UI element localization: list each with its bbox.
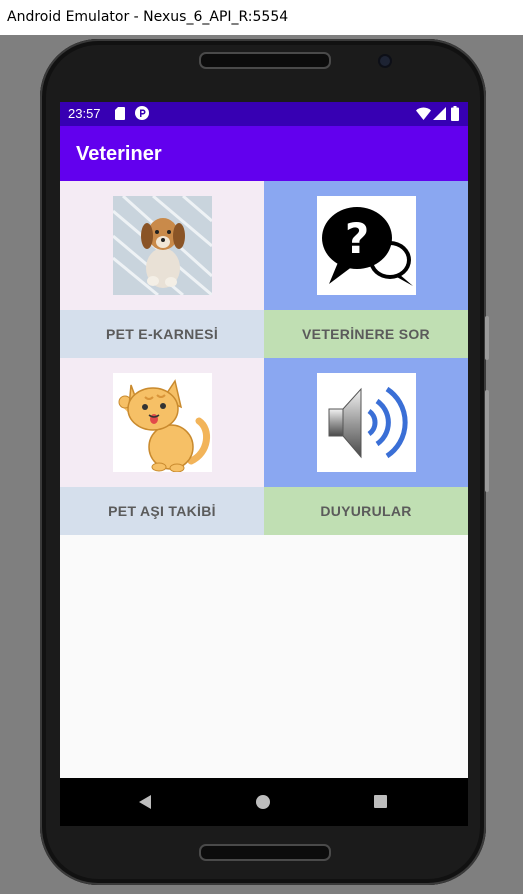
veterinere-sor-button[interactable]: VETERİNERE SOR [264, 310, 468, 358]
back-icon[interactable] [138, 795, 152, 809]
status-bar: 23:57 [60, 102, 468, 126]
question-speech-bubbles-image: ? [316, 196, 416, 295]
power-button[interactable] [485, 390, 489, 492]
puppy-image [112, 196, 212, 295]
svg-text:?: ? [344, 214, 368, 263]
volume-up-button[interactable] [485, 316, 489, 360]
signal-icon [433, 107, 446, 120]
bottom-speaker-grille [199, 844, 331, 861]
front-camera [380, 56, 390, 66]
status-time: 23:57 [68, 106, 101, 121]
p-notification-icon [135, 106, 149, 120]
pet-e-karnesi-button[interactable]: PET E-KARNESİ [60, 310, 264, 358]
duyurular-button[interactable]: DUYURULAR [264, 487, 468, 535]
app-bar: Veteriner [60, 126, 468, 181]
speaker-image [316, 373, 416, 472]
recents-icon[interactable] [374, 795, 387, 808]
wifi-icon [416, 107, 431, 120]
battery-icon [451, 106, 459, 121]
pet-asi-takibi-button[interactable]: PET AŞI TAKİBİ [60, 487, 264, 535]
top-speaker-grille [199, 52, 331, 69]
ask-vet-image-tile[interactable]: ? [264, 181, 468, 310]
navigation-bar [60, 778, 468, 826]
sim-card-icon [115, 107, 125, 120]
vaccine-tracking-image-tile[interactable] [60, 358, 264, 487]
announcements-image-tile[interactable] [264, 358, 468, 487]
app-title: Veteriner [76, 143, 162, 165]
home-icon[interactable] [256, 795, 270, 809]
cat-image [112, 373, 212, 472]
device-screen: 23:57 Veteriner PET E-KARNESİ ? VETERİNE… [60, 102, 468, 826]
pet-card-image-tile[interactable] [60, 181, 264, 310]
emulator-window-title: Android Emulator - Nexus_6_API_R:5554 [0, 0, 523, 35]
